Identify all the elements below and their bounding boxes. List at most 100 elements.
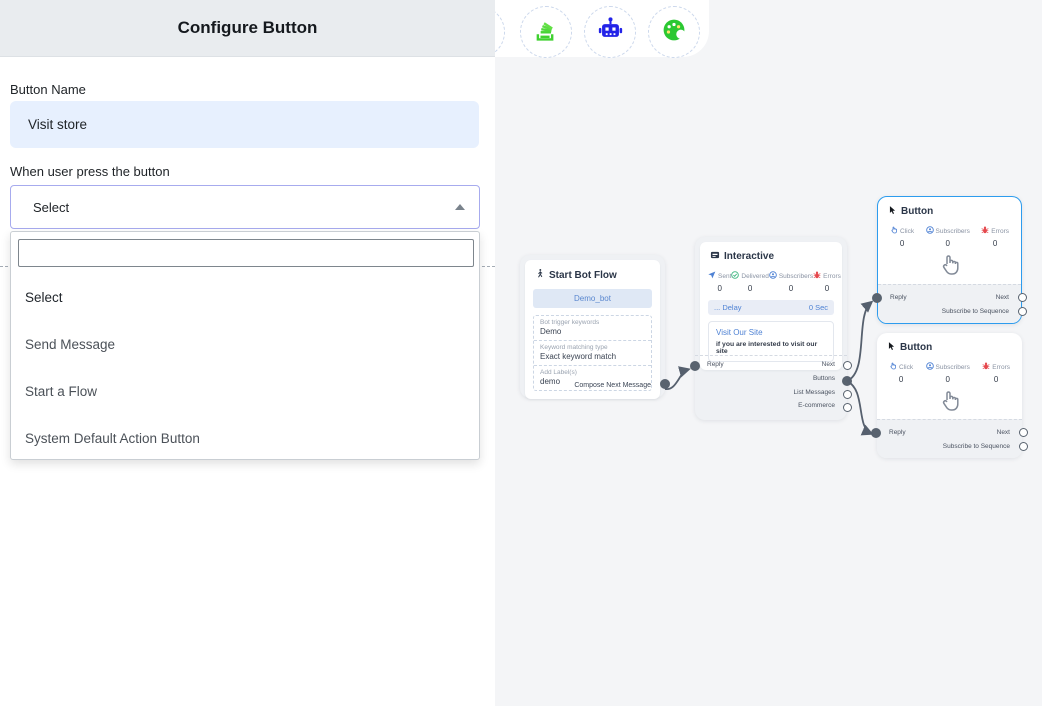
check-circle-icon [731,271,739,281]
node-button-1[interactable]: Button Click 0 [877,196,1022,324]
interactive-card: Interactive Sent 0 [700,242,842,370]
click-icon [889,362,897,372]
cursor-arrow-icon [887,341,896,354]
stat-errors: Errors 0 [982,362,1010,384]
output-next-port[interactable] [1018,293,1027,302]
stat-errors: Errors 0 [981,226,1009,248]
node-interactive[interactable]: Interactive Sent 0 [695,237,847,420]
page-title: Configure Button [178,18,318,38]
hand-pointer-icon [878,253,1021,277]
action-select-value: Select [33,200,455,215]
message-title: Visit Our Site [716,328,826,337]
configure-button-panel: Configure Button Button Name When user p… [0,0,495,706]
reply-input-port[interactable] [872,293,882,303]
output-subscribe-label: Subscribe to Sequence [942,308,1009,315]
reply-label: Reply [707,361,724,368]
button-stats: Click 0 Subscribers 0 [877,362,1022,384]
reply-label: Reply [890,294,907,301]
output-subscribe-port[interactable] [1019,442,1028,451]
output-list-messages-label: List Messages [793,389,835,396]
output-ecommerce-label: E-commerce [798,402,835,409]
action-dropdown: Select Send Message Start a Flow System … [10,231,480,460]
stat-delivered: Delivered 0 [731,271,768,293]
message-body: if you are interested to visit our site [716,341,826,355]
button-name-label: Button Name [10,82,86,97]
dropdown-option-system-default[interactable]: System Default Action Button [11,415,479,462]
panel-header: Configure Button [0,0,495,57]
field-label: Bot trigger keywords [540,319,645,326]
stack-tool-button[interactable] [520,6,572,58]
user-circle-icon [769,271,777,281]
output-next-port[interactable] [843,361,852,370]
output-next-label: Next [822,361,835,368]
reply-label: Reply [889,429,906,436]
footer-separator [695,355,847,356]
node-start-bot-flow[interactable]: Start Bot Flow Demo_bot Bot trigger keyw… [520,255,665,398]
interactive-header: Interactive [700,242,842,263]
output-buttons-port[interactable] [842,376,852,386]
flow-builder-app: Configure Button Button Name When user p… [0,0,1042,706]
stat-click: Click 0 [889,362,913,384]
delay-value: 0 Sec [809,303,828,312]
user-circle-icon [926,226,934,236]
click-icon [890,226,898,236]
compose-output-port[interactable] [660,379,670,389]
delay-label: ... Delay [714,303,742,312]
bug-icon [982,362,990,372]
compose-next-message-label: Compose Next Message [574,382,651,389]
stat-subscribers: Subscribers 0 [769,271,813,293]
button-header: Button [878,197,1021,218]
output-ecommerce-port[interactable] [843,403,852,412]
output-subscribe-label: Subscribe to Sequence [943,443,1010,450]
dropdown-option-send-message[interactable]: Send Message [11,321,479,368]
theme-tool-button[interactable] [648,6,700,58]
interactive-stats: Sent 0 Delivered 0 [700,271,842,293]
button-footer: Reply Next Subscribe to Sequence [877,419,1022,458]
dropdown-option-select[interactable]: Select [11,274,479,321]
person-walking-icon [535,268,545,282]
output-list-messages-port[interactable] [843,390,852,399]
bot-name-pill[interactable]: Demo_bot [533,289,652,308]
node-title: Start Bot Flow [549,270,617,281]
delay-row[interactable]: ... Delay 0 Sec [708,300,834,315]
hand-pointer-icon [877,389,1022,413]
output-next-label: Next [997,429,1010,436]
button-name-input[interactable] [10,101,479,148]
dropdown-search-input[interactable] [18,239,474,267]
action-select[interactable]: Select [10,185,480,229]
stat-subscribers: Subscribers 0 [926,226,970,248]
output-subscribe-port[interactable] [1018,307,1027,316]
paper-plane-icon [708,271,716,281]
cursor-arrow-icon [888,205,897,218]
bug-icon [813,271,821,281]
node-button-2[interactable]: Button Click 0 [877,333,1022,458]
stat-errors: Errors 0 [813,271,841,293]
stat-sent: Sent 0 [708,271,731,293]
reply-input-port[interactable] [871,428,881,438]
field-trigger-keywords: Bot trigger keywords Demo [534,316,651,340]
stack-icon [533,17,559,48]
reply-input-port[interactable] [690,361,700,371]
carousel-icon [710,250,720,263]
flow-canvas[interactable]: Start Bot Flow Demo_bot Bot trigger keyw… [495,0,1042,706]
robot-icon [597,16,624,48]
dropdown-options: Select Send Message Start a Flow System … [11,274,479,459]
output-buttons-label: Buttons [813,375,835,382]
node-title: Button [900,342,932,353]
start-bot-flow-header: Start Bot Flow [525,260,660,282]
bot-tool-button[interactable] [584,6,636,58]
dropdown-option-start-a-flow[interactable]: Start a Flow [11,368,479,415]
action-label: When user press the button [10,164,170,179]
button-header: Button [877,333,1022,354]
bug-icon [981,226,989,236]
field-label: Keyword matching type [540,344,645,351]
output-next-label: Next [996,294,1009,301]
compose-next-message-row: Compose Next Message [520,372,665,398]
palette-icon [661,17,687,48]
field-value: Demo [540,327,645,336]
button-stats: Click 0 Subscribers 0 [878,226,1021,248]
user-circle-icon [926,362,934,372]
node-title: Interactive [724,251,774,262]
output-next-port[interactable] [1019,428,1028,437]
field-value: Exact keyword match [540,352,645,361]
